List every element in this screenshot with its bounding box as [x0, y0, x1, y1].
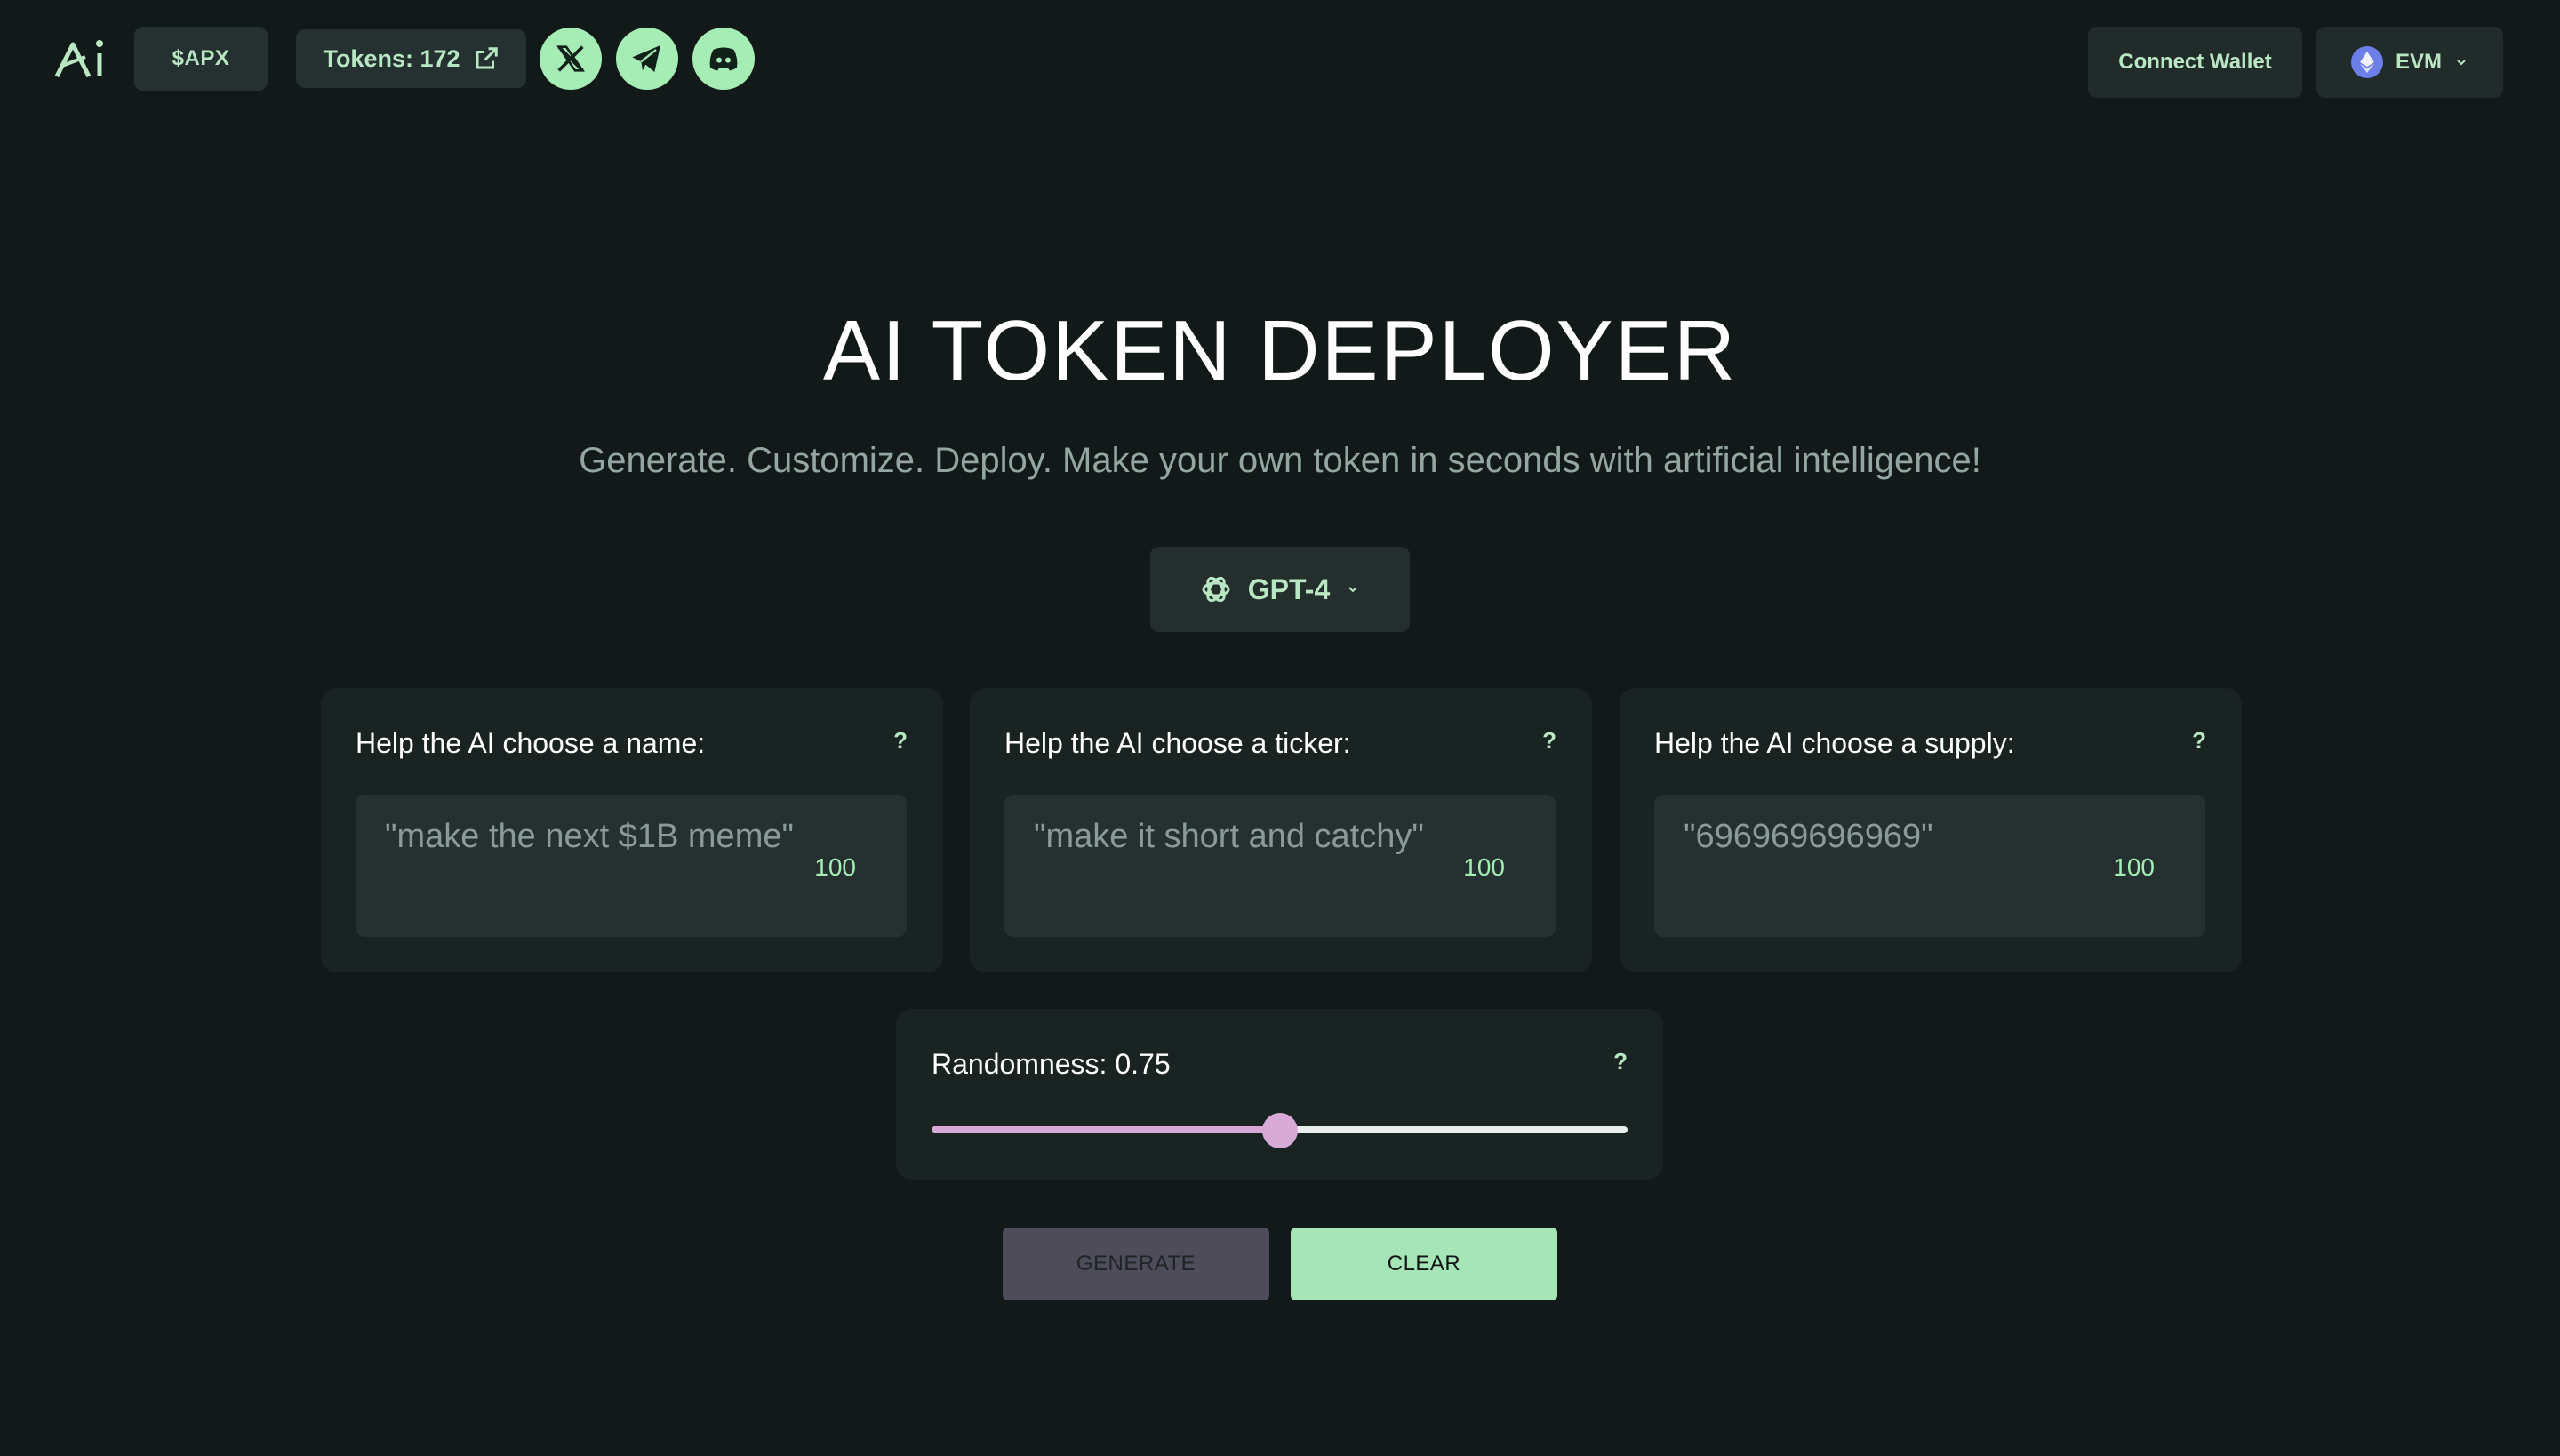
randomness-slider-fill	[932, 1126, 1280, 1133]
network-label: EVM	[2395, 50, 2442, 74]
network-select[interactable]: EVM	[2316, 27, 2503, 98]
supply-help-icon[interactable]: ?	[2192, 727, 2206, 755]
ticker-char-count: 100	[1463, 853, 1505, 881]
logo-icon[interactable]	[53, 36, 110, 82]
x-icon	[556, 45, 585, 72]
name-card: Help the AI choose a name: ? "make the n…	[321, 688, 943, 972]
generate-label: GENERATE	[1076, 1252, 1196, 1276]
discord-social-button[interactable]	[692, 28, 755, 90]
ticker-label: $APX	[172, 46, 230, 70]
page-subtitle: Generate. Customize. Deploy. Make your o…	[579, 441, 1981, 480]
page-title: AI TOKEN DEPLOYER	[822, 303, 1738, 398]
supply-input-placeholder: "696969696969"	[1684, 818, 1933, 855]
supply-card: Help the AI choose a supply: ? "69696969…	[1620, 688, 2242, 972]
telegram-social-button[interactable]	[616, 28, 678, 90]
ticker-help-icon[interactable]: ?	[1542, 727, 1556, 755]
supply-char-count: 100	[2113, 853, 2155, 881]
randomness-slider-thumb[interactable]	[1261, 1113, 1298, 1148]
supply-card-label: Help the AI choose a supply:	[1654, 727, 2015, 759]
openai-icon	[1202, 576, 1230, 603]
ticker-input-placeholder: "make it short and catchy"	[1034, 818, 1424, 855]
x-social-button[interactable]	[540, 28, 602, 90]
clear-button[interactable]: CLEAR	[1291, 1228, 1557, 1300]
ticker-card: Help the AI choose a ticker: ? "make it …	[970, 688, 1592, 972]
chevron-down-icon	[1348, 587, 1357, 593]
name-input-placeholder: "make the next $1B meme"	[385, 818, 794, 855]
randomness-card: Randomness: 0.75 ?	[896, 1009, 1663, 1180]
connect-wallet-button[interactable]: Connect Wallet	[2088, 27, 2302, 98]
tokens-button[interactable]: Tokens: 172	[296, 29, 526, 88]
model-label: GPT-4	[1247, 572, 1331, 605]
ethereum-icon	[2350, 46, 2383, 78]
chevron-down-icon	[2457, 60, 2466, 66]
randomness-label: Randomness: 0.75	[932, 1048, 1171, 1080]
ticker-button[interactable]: $APX	[134, 27, 268, 91]
name-input[interactable]: "make the next $1B meme" 100	[356, 795, 907, 937]
clear-label: CLEAR	[1387, 1252, 1461, 1276]
supply-input[interactable]: "696969696969" 100	[1654, 795, 2205, 937]
tokens-label: Tokens: 172	[323, 44, 460, 72]
connect-wallet-label: Connect Wallet	[2118, 50, 2272, 74]
name-char-count: 100	[814, 853, 856, 881]
ticker-input[interactable]: "make it short and catchy" 100	[1004, 795, 1556, 937]
ticker-card-label: Help the AI choose a ticker:	[1004, 727, 1351, 759]
telegram-icon	[632, 45, 660, 72]
generate-button[interactable]: GENERATE	[1003, 1228, 1269, 1300]
name-help-icon[interactable]: ?	[893, 727, 908, 755]
model-select[interactable]: GPT-4	[1150, 547, 1410, 632]
discord-icon	[709, 47, 738, 71]
name-card-label: Help the AI choose a name:	[356, 727, 706, 759]
external-link-icon	[476, 47, 498, 69]
randomness-help-icon[interactable]: ?	[1613, 1048, 1628, 1076]
